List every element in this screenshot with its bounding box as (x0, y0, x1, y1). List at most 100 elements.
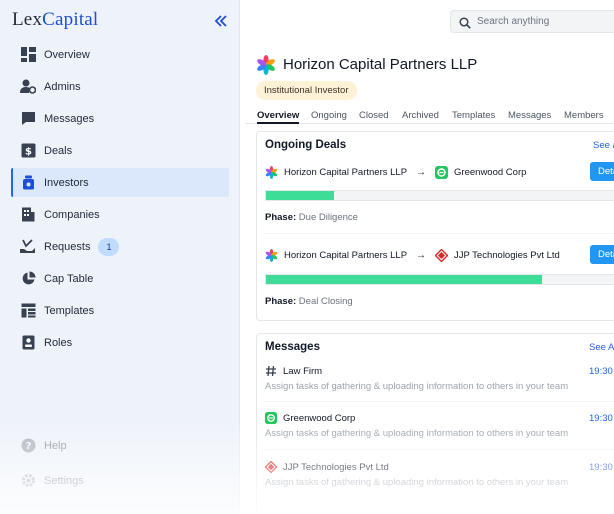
message-item[interactable]: JJP Technologies Pvt Ltd Assign tasks of… (265, 460, 614, 488)
sender-name: Law Firm (283, 365, 323, 377)
sidebar-item-label: Investors (44, 176, 89, 189)
requests-count-badge: 1 (98, 237, 120, 256)
divider (265, 233, 614, 234)
divider (265, 401, 614, 402)
jjp-logo-icon (265, 461, 277, 473)
sender-name: JJP Technologies Pvt Ltd (283, 461, 389, 473)
phase-label: Phase: (265, 296, 297, 307)
sidebar-item-overview[interactable]: Overview (11, 40, 229, 69)
sidebar-item-label: Messages (44, 112, 95, 125)
phase-label: Phase: (265, 212, 297, 223)
message-time: 19:30 (589, 413, 613, 424)
sidebar-bottom-nav: ? Help Settings (11, 431, 229, 498)
card-title: Ongoing Deals (265, 139, 347, 151)
deal-parties: Horizon Capital Partners LLP → JJP Techn… (265, 247, 560, 263)
sidebar-item-label: Admins (44, 80, 81, 93)
svg-text:$: $ (25, 147, 32, 158)
sidebar-item-companies[interactable]: Companies (11, 200, 229, 229)
arrow-right-icon: → (416, 166, 427, 178)
logo-prefix: Lex (12, 9, 43, 30)
tab-messages[interactable]: Messages (508, 110, 551, 121)
deal-phase: Phase: Deal Closing (265, 296, 353, 307)
deal-details-button[interactable]: Details (590, 162, 614, 181)
sidebar-item-settings[interactable]: Settings (11, 466, 229, 495)
card-title: Messages (265, 341, 320, 353)
tab-ongoing[interactable]: Ongoing (311, 110, 347, 121)
sidebar-item-requests[interactable]: Requests 1 (11, 232, 229, 261)
message-sender: JJP Technologies Pvt Ltd (265, 460, 614, 474)
dollar-icon: $ (20, 143, 36, 159)
sidebar-item-label: Settings (44, 474, 84, 487)
deal-to: JJP Technologies Pvt Ltd (454, 249, 560, 261)
tab-overview[interactable]: Overview (257, 110, 300, 124)
tab-members[interactable]: Members (564, 110, 604, 121)
template-icon (20, 303, 36, 319)
money-bag-icon (20, 175, 36, 191)
building-icon (20, 207, 36, 223)
message-time: 19:30 (589, 462, 613, 473)
sidebar-item-templates[interactable]: Templates (11, 296, 229, 325)
help-icon: ? (20, 438, 36, 454)
pie-chart-icon (20, 271, 36, 287)
greenwood-logo-icon (265, 412, 277, 424)
sidebar-item-admins[interactable]: Admins (11, 72, 229, 101)
tab-bar: Overview Ongoing Closed Archived Templat… (245, 108, 614, 124)
sidebar-item-label: Help (44, 439, 67, 452)
sidebar-item-label: Deals (44, 144, 73, 157)
sidebar-item-investors[interactable]: Investors (11, 168, 229, 197)
chat-icon (20, 111, 36, 127)
id-badge-icon (20, 335, 36, 351)
horizon-logo-icon (265, 165, 278, 179)
divider (265, 449, 614, 450)
message-preview: Assign tasks of gathering & uploading in… (265, 381, 569, 392)
see-all-messages-link[interactable]: See All (589, 342, 614, 353)
horizon-logo-icon (256, 55, 276, 75)
sidebar-item-messages[interactable]: Messages (11, 104, 229, 133)
sidebar-item-label: Roles (44, 336, 73, 349)
search-input[interactable] (477, 16, 614, 27)
collapse-sidebar-icon[interactable] (212, 12, 230, 30)
tab-closed[interactable]: Closed (359, 110, 389, 121)
search-box[interactable] (450, 10, 614, 33)
horizon-logo-icon (265, 248, 278, 262)
hash-icon (265, 365, 277, 377)
sidebar-item-deals[interactable]: $ Deals (11, 136, 229, 165)
page-title: Horizon Capital Partners LLP (283, 56, 478, 73)
svg-text:?: ? (25, 441, 31, 452)
hand-request-icon (20, 239, 36, 255)
search-icon (459, 16, 471, 29)
message-item[interactable]: Law Firm Assign tasks of gathering & upl… (265, 364, 614, 393)
jjp-logo-icon (435, 248, 449, 262)
tab-templates[interactable]: Templates (452, 110, 495, 121)
tab-archived[interactable]: Archived (402, 110, 439, 121)
sidebar-nav: Overview Admins Messages $ Deals Investo… (11, 40, 229, 360)
deal-from: Horizon Capital Partners LLP (284, 249, 408, 261)
messages-card: Messages See All Law Firm Assign tasks o… (256, 333, 614, 514)
deal-phase: Phase: Due Diligence (265, 212, 358, 223)
sidebar-item-help[interactable]: ? Help (11, 431, 229, 460)
message-item[interactable]: Greenwood Corp Assign tasks of gathering… (265, 411, 614, 439)
greenwood-logo-icon (435, 165, 449, 179)
message-sender: Greenwood Corp (265, 411, 614, 425)
deal-to: Greenwood Corp (454, 166, 527, 178)
settings-icon (20, 473, 36, 489)
sidebar: LexCapital Overview Admins Messages $ De… (0, 0, 240, 514)
app-logo[interactable]: LexCapital (12, 9, 98, 31)
deal-progress-bar (265, 190, 614, 201)
sidebar-item-roles[interactable]: Roles (11, 328, 229, 357)
message-preview: Assign tasks of gathering & uploading in… (265, 428, 569, 439)
sidebar-item-cap-table[interactable]: Cap Table (11, 264, 229, 293)
deal-from: Horizon Capital Partners LLP (284, 166, 408, 178)
deal-details-button[interactable]: Details (590, 245, 614, 264)
dashboard-icon (20, 47, 36, 63)
phase-value: Deal Closing (298, 296, 353, 307)
message-preview: Assign tasks of gathering & uploading in… (265, 477, 569, 488)
see-all-deals-link[interactable]: See all (593, 140, 614, 151)
investor-type-badge: Institutional Investor (256, 81, 357, 100)
sidebar-item-label: Templates (44, 304, 95, 317)
sidebar-item-label: Companies (44, 208, 100, 221)
sidebar-item-label: Cap Table (44, 272, 94, 285)
phase-value: Due Diligence (298, 212, 358, 223)
sender-name: Greenwood Corp (283, 412, 356, 424)
sidebar-item-label: Requests (44, 240, 91, 253)
